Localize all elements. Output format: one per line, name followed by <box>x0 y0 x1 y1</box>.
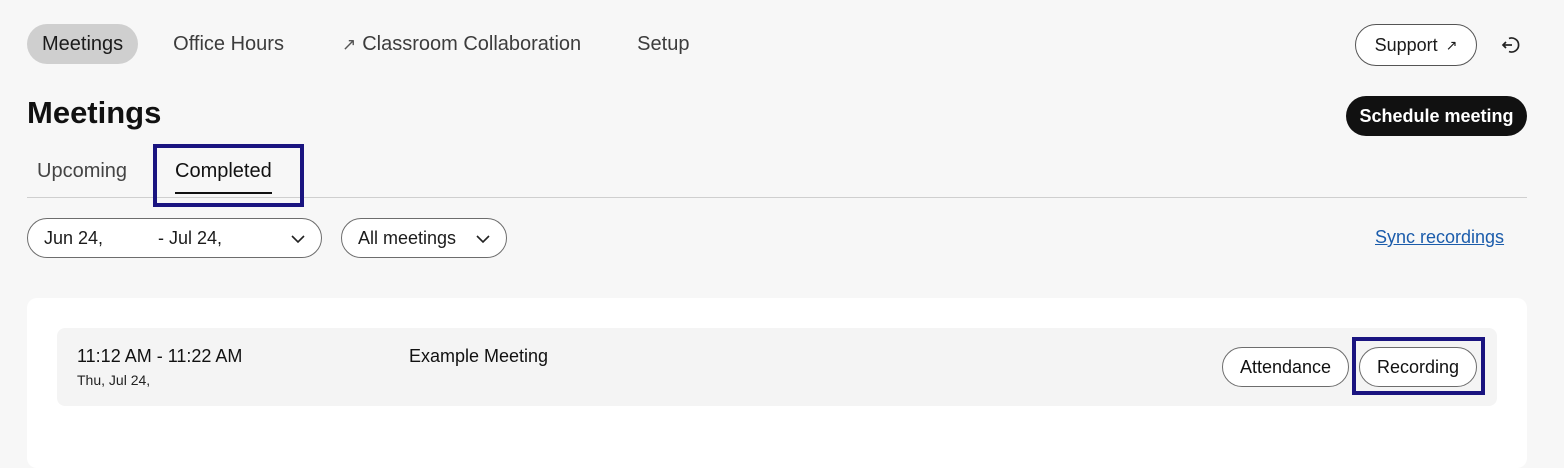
nav-meetings-label: Meetings <box>42 33 124 55</box>
meeting-time: 11:12 AM - 11:22 AM <box>77 346 243 366</box>
attendance-button[interactable]: Attendance <box>1222 347 1349 387</box>
page-title: Meetings <box>27 95 162 130</box>
nav-setup-label: Setup <box>637 33 690 55</box>
date-range-end: - Jul 24, <box>158 228 223 248</box>
external-link-icon: ↗ <box>1445 36 1458 53</box>
external-link-icon: ↗ <box>341 35 357 54</box>
date-range-start: Jun 24, <box>44 228 104 248</box>
nav-office-hours[interactable]: Office Hours <box>158 24 299 64</box>
highlight-box-recording-button <box>1352 337 1485 395</box>
support-label: Support <box>1374 34 1438 55</box>
chevron-down-icon <box>291 235 305 244</box>
meeting-filter-select[interactable]: All meetings <box>341 218 507 258</box>
meeting-filter-label: All meetings <box>358 228 457 248</box>
meeting-date: Thu, Jul 24, <box>77 372 151 388</box>
nav-office-hours-label: Office Hours <box>173 33 284 55</box>
highlight-box-completed-tab <box>153 144 304 207</box>
schedule-meeting-button[interactable]: Schedule meeting <box>1346 96 1527 136</box>
nav-classroom-collaboration[interactable]: ↗ Classroom Collaboration <box>327 24 596 64</box>
nav-setup[interactable]: Setup <box>622 24 704 64</box>
date-range-select[interactable]: Jun 24, - Jul 24, <box>27 218 322 258</box>
top-navigation: Meetings Office Hours ↗ Classroom Collabo… <box>27 24 710 64</box>
support-button[interactable]: Support ↗ <box>1355 24 1477 66</box>
nav-meetings[interactable]: Meetings <box>27 24 139 64</box>
nav-classroom-collaboration-label: Classroom Collaboration <box>362 33 582 55</box>
sync-recordings-link[interactable]: Sync recordings <box>1375 227 1504 248</box>
tab-upcoming-label: Upcoming <box>37 160 128 182</box>
chevron-down-icon <box>476 235 490 244</box>
tab-upcoming[interactable]: Upcoming <box>37 160 127 183</box>
meeting-title: Example Meeting <box>409 346 549 366</box>
sign-out-icon[interactable] <box>1500 34 1522 56</box>
